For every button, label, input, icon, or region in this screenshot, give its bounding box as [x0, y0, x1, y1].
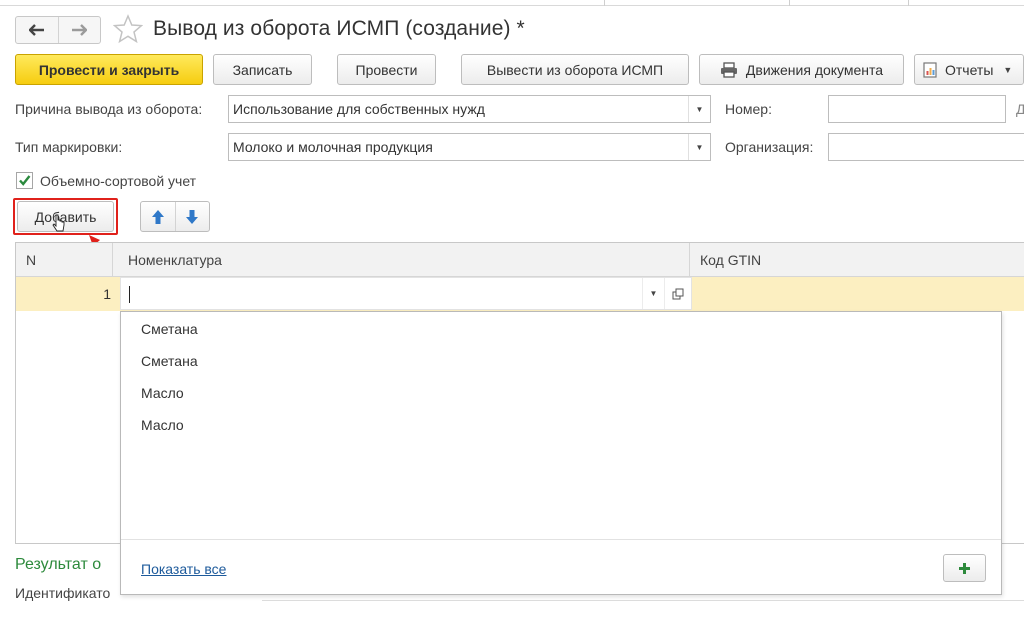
- dropdown-arrow-icon[interactable]: ▼: [688, 96, 710, 122]
- reports-label: Отчеты: [945, 61, 994, 78]
- column-header-nomenclature[interactable]: Номенклатура: [128, 243, 222, 276]
- move-up-button[interactable]: [141, 202, 175, 231]
- result-heading: Результат о: [15, 556, 102, 573]
- volume-sort-label: Объемно-сортовой учет: [40, 173, 197, 189]
- dropdown-item[interactable]: Сметана: [141, 353, 198, 369]
- column-divider: [689, 243, 690, 277]
- dropdown-item[interactable]: Сметана: [141, 321, 198, 337]
- chevron-down-icon: ▼: [1003, 64, 1013, 75]
- number-label: Номер:: [725, 101, 772, 117]
- divider: [262, 600, 1024, 601]
- table-header: N Номенклатура Код GTIN: [16, 243, 1024, 277]
- organization-field[interactable]: [828, 133, 1024, 161]
- strip-divider: [604, 0, 605, 6]
- marking-type-label: Тип маркировки:: [15, 139, 123, 155]
- arrow-right-icon: [72, 24, 88, 36]
- move-buttons: [140, 201, 210, 232]
- save-button[interactable]: Записать: [213, 54, 312, 85]
- document-movements-label: Движения документа: [745, 61, 884, 78]
- marking-type-value: Молоко и молочная продукция: [233, 139, 433, 155]
- text-cursor: [129, 286, 130, 303]
- report-icon: [923, 61, 937, 78]
- withdraw-button[interactable]: Вывести из оборота ИСМП: [461, 54, 689, 85]
- reason-label: Причина вывода из оборота:: [15, 101, 203, 117]
- dropdown-arrow-icon[interactable]: ▼: [688, 134, 710, 160]
- checkmark-icon: [19, 175, 31, 186]
- plus-icon: [959, 562, 970, 574]
- dropdown-divider: [121, 539, 1001, 540]
- star-outline-icon: [112, 14, 144, 44]
- printer-icon: [720, 61, 738, 78]
- nomenclature-input[interactable]: ▼: [120, 277, 692, 310]
- arrow-left-icon: [28, 24, 44, 36]
- arrow-down-icon: [186, 209, 199, 224]
- page-title: Вывод из оборота ИСМП (создание) *: [153, 17, 525, 40]
- number-field[interactable]: [828, 95, 1006, 123]
- window-top-strip: [0, 0, 1024, 6]
- nomenclature-dropdown: Сметана Сметана Масло Масло Показать все: [120, 311, 1002, 595]
- identifier-label: Идентификато: [15, 585, 111, 601]
- dropdown-item[interactable]: Масло: [141, 385, 184, 401]
- open-form-icon[interactable]: [664, 278, 690, 309]
- arrow-up-icon: [151, 209, 164, 224]
- forward-button[interactable]: [57, 17, 101, 43]
- back-button[interactable]: [16, 17, 58, 43]
- column-header-n[interactable]: N: [26, 243, 36, 276]
- row-number: 1: [103, 286, 111, 302]
- create-item-button[interactable]: [943, 554, 986, 582]
- date-label-clipped: Д: [1016, 101, 1024, 117]
- marking-type-select[interactable]: Молоко и молочная продукция ▼: [228, 133, 711, 161]
- move-down-button[interactable]: [174, 202, 210, 231]
- navigation-buttons: [15, 16, 101, 44]
- reports-button[interactable]: Отчеты ▼: [914, 54, 1024, 85]
- strip-divider: [908, 0, 909, 6]
- reason-value: Использование для собственных нужд: [233, 101, 485, 117]
- document-movements-button[interactable]: Движения документа: [699, 54, 904, 85]
- dropdown-item[interactable]: Масло: [141, 417, 184, 433]
- post-and-close-button[interactable]: Провести и закрыть: [15, 54, 203, 85]
- organization-label: Организация:: [725, 139, 814, 155]
- show-all-link[interactable]: Показать все: [141, 561, 226, 577]
- mouse-cursor-icon: [52, 214, 65, 232]
- post-button[interactable]: Провести: [337, 54, 436, 85]
- reason-select[interactable]: Использование для собственных нужд ▼: [228, 95, 711, 123]
- column-header-gtin[interactable]: Код GTIN: [700, 243, 761, 276]
- strip-divider: [789, 0, 790, 6]
- favorite-button[interactable]: [112, 14, 144, 44]
- column-divider: [112, 243, 113, 277]
- dropdown-arrow-icon[interactable]: ▼: [642, 278, 664, 309]
- volume-sort-checkbox[interactable]: [16, 172, 33, 189]
